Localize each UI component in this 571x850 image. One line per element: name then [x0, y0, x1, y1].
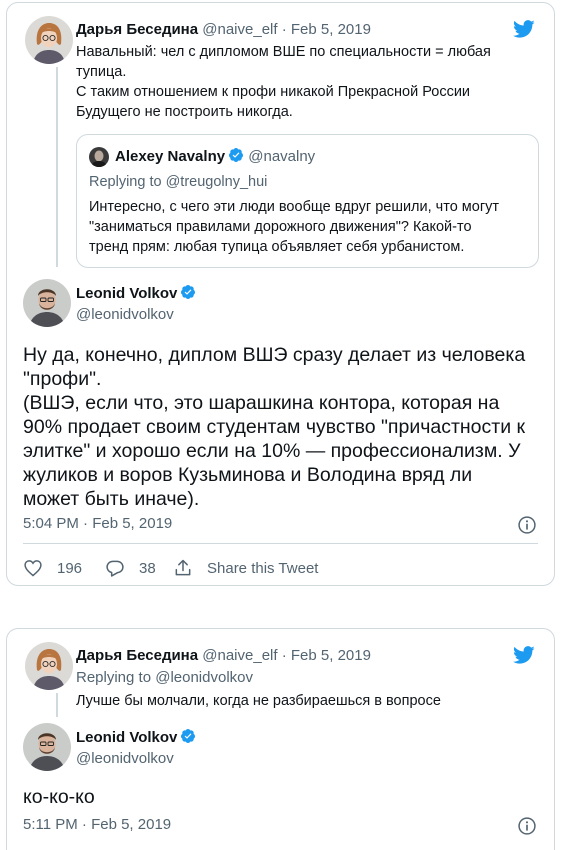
main-author-name-row: Leonid Volkov — [76, 284, 196, 304]
parent-header: Дарья Беседина @naive_elf · Feb 5, 2019 — [76, 646, 371, 666]
share-button[interactable]: Share this Tweet — [173, 558, 318, 578]
replying-handle-link[interactable]: @leonidvolkov — [155, 669, 253, 686]
verified-badge-icon — [228, 147, 244, 163]
tweet-date[interactable]: Feb 5, 2019 — [291, 647, 371, 664]
tweet-card-2[interactable]: Дарья Беседина @naive_elf · Feb 5, 2019 … — [6, 628, 555, 850]
author-name[interactable]: Alexey Navalny — [115, 148, 225, 165]
verified-badge-icon — [180, 284, 196, 300]
thread-connector — [56, 693, 58, 717]
author-name[interactable]: Leonid Volkov — [76, 729, 177, 746]
main-tweet-text: ко-ко-ко — [23, 786, 95, 808]
avatar-volkov-icon — [23, 723, 71, 771]
avatar[interactable] — [23, 723, 71, 771]
quoted-tweet[interactable]: Alexey Navalny @navalny Replying to @tre… — [76, 134, 539, 268]
separator: · — [281, 21, 287, 38]
author-name[interactable]: Дарья Беседина — [76, 21, 198, 38]
quoted-tweet-text: Интересно, с чего эти люди вообще вдруг … — [89, 199, 500, 255]
author-name[interactable]: Leonid Volkov — [76, 285, 177, 302]
quoted-header: Alexey Navalny @navalny — [115, 147, 315, 167]
author-handle[interactable]: @naive_elf — [202, 21, 277, 38]
avatar-daria-icon — [25, 642, 73, 690]
reply-count: 38 — [139, 559, 156, 577]
separator: · — [281, 647, 287, 664]
replying-to: Replying to @treugolny_hui — [89, 174, 268, 190]
tweet-date[interactable]: Feb 5, 2019 — [291, 21, 371, 38]
twitter-bird-icon[interactable] — [511, 644, 537, 666]
tweet-timestamp[interactable]: 5:11 PM · Feb 5, 2019 — [23, 816, 171, 833]
replying-to: Replying to @leonidvolkov — [76, 669, 253, 686]
author-handle[interactable]: @leonidvolkov — [76, 305, 174, 325]
share-icon — [175, 559, 191, 576]
avatar-volkov-icon — [23, 279, 71, 327]
parent-tweet-text: Лучше бы молчали, когда не разбираешься … — [76, 693, 441, 709]
thread-connector — [56, 67, 58, 267]
author-handle[interactable]: @navalny — [248, 148, 315, 165]
tweet-card-1[interactable]: Дарья Беседина @naive_elf · Feb 5, 2019 … — [6, 2, 555, 586]
like-button[interactable]: 196 — [23, 558, 82, 578]
avatar[interactable] — [25, 16, 73, 64]
like-count: 196 — [57, 559, 83, 577]
avatar[interactable] — [25, 642, 73, 690]
author-handle[interactable]: @naive_elf — [202, 647, 277, 664]
info-icon[interactable] — [517, 816, 537, 836]
divider — [23, 543, 538, 544]
reply-button[interactable]: 38 — [105, 558, 156, 578]
replying-handle-link[interactable]: @treugolny_hui — [166, 174, 268, 190]
avatar-navalny-icon — [89, 147, 109, 167]
reply-icon — [106, 560, 124, 577]
share-label: Share this Tweet — [207, 559, 319, 577]
avatar-daria-icon — [25, 16, 73, 64]
avatar[interactable] — [23, 279, 71, 327]
info-icon[interactable] — [517, 515, 537, 535]
author-name[interactable]: Дарья Беседина — [76, 647, 198, 664]
main-tweet-text: Ну да, конечно, диплом ВШЭ сразу делает … — [23, 344, 526, 510]
verified-badge-icon — [180, 728, 196, 744]
heart-icon — [24, 560, 42, 577]
parent-tweet-text: Навальный: чел с дипломом ВШЕ по специал… — [76, 44, 491, 120]
tweet-timestamp[interactable]: 5:04 PM · Feb 5, 2019 — [23, 515, 172, 532]
twitter-bird-icon[interactable] — [511, 18, 537, 40]
main-author-name-row: Leonid Volkov — [76, 728, 196, 748]
author-handle[interactable]: @leonidvolkov — [76, 749, 174, 769]
parent-header: Дарья Беседина @naive_elf · Feb 5, 2019 — [76, 20, 371, 40]
avatar[interactable] — [89, 147, 109, 167]
